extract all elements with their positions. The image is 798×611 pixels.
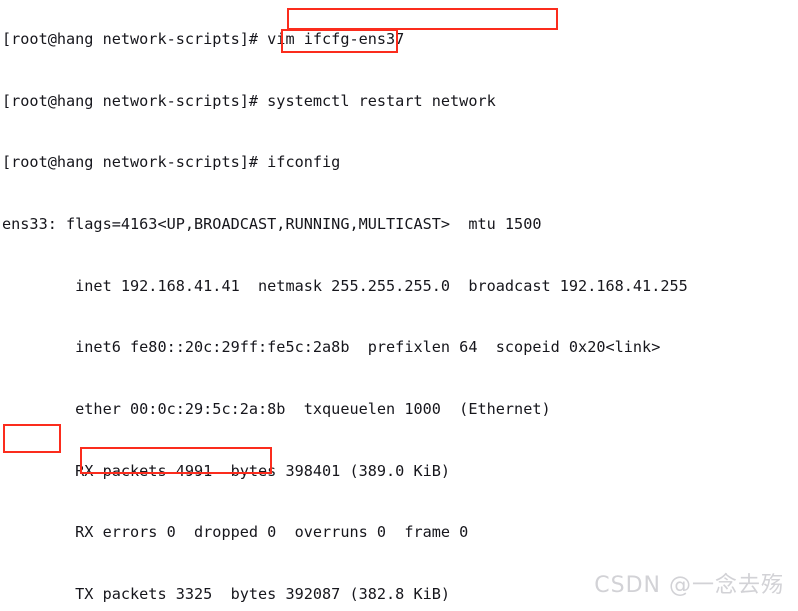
terminal-line: ens33: flags=4163<UP,BROADCAST,RUNNING,M… (2, 215, 542, 234)
terminal-line: TX packets 3325 bytes 392087 (382.8 KiB) (2, 584, 451, 603)
terminal-line: inet6 fe80::20c:29ff:fe5c:2a8b prefixlen… (2, 338, 661, 357)
terminal-line: [root@hang network-scripts]# vim ifcfg-e… (2, 30, 405, 49)
terminal-line: inet 192.168.41.41 netmask 255.255.255.0… (2, 276, 688, 295)
terminal-line: RX packets 4991 bytes 398401 (389.0 KiB) (2, 461, 451, 480)
terminal-line: ether 00:0c:29:5c:2a:8b txqueuelen 1000 … (2, 399, 551, 418)
terminal-line: [root@hang network-scripts]# systemctl r… (2, 91, 496, 110)
terminal-window[interactable]: [root@hang network-scripts]# vim ifcfg-e… (0, 0, 798, 611)
terminal-line: [root@hang network-scripts]# ifconfig (2, 153, 341, 172)
terminal-output: [root@hang network-scripts]# vim ifcfg-e… (2, 0, 688, 611)
csdn-watermark: CSDN @一念去殇 (594, 573, 784, 599)
terminal-line: RX errors 0 dropped 0 overruns 0 frame 0 (2, 523, 469, 542)
